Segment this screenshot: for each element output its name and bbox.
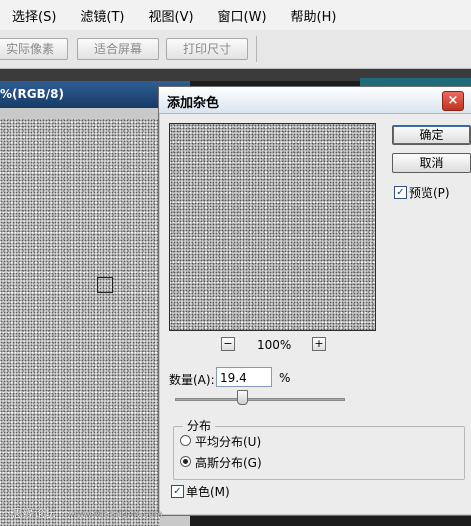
monochromatic-checkbox[interactable]: ✓ [171, 485, 184, 498]
amount-slider-track[interactable] [175, 398, 345, 401]
toolbar-separator [256, 36, 257, 62]
watermark-site-name: 思缘论坛 [12, 507, 56, 520]
zoom-out-button[interactable]: − [221, 337, 235, 351]
amount-input[interactable]: 19.4 [216, 367, 272, 387]
options-toolbar: 实际像素 适合屏幕 打印尺寸 [0, 30, 471, 69]
amount-unit: % [279, 371, 291, 385]
fit-screen-button[interactable]: 适合屏幕 [77, 38, 159, 60]
ok-button[interactable]: 确定 [392, 125, 471, 145]
watermark-url: www.MISSYUAN.com [69, 510, 163, 520]
document-title: %(RGB/8) [0, 87, 64, 101]
print-size-button[interactable]: 打印尺寸 [166, 38, 248, 60]
menu-help[interactable]: 帮助(H) [279, 6, 349, 25]
menu-window[interactable]: 窗口(W) [206, 6, 279, 25]
marquee-marker [97, 277, 113, 293]
add-noise-dialog: 添加杂色 × 确定 取消 ✓ 预览(P) − 100% + 数量(A): 19.… [158, 86, 471, 516]
cancel-button[interactable]: 取消 [392, 153, 471, 173]
document-canvas[interactable] [0, 119, 160, 526]
zoom-level: 100% [257, 338, 292, 352]
menu-select[interactable]: 选择(S) [0, 6, 68, 25]
gaussian-radio[interactable] [180, 456, 191, 467]
filter-preview[interactable] [169, 123, 376, 331]
menu-filter[interactable]: 滤镜(T) [68, 6, 136, 25]
menu-view[interactable]: 视图(V) [137, 6, 206, 25]
dialog-titlebar[interactable]: 添加杂色 × [159, 87, 471, 114]
actual-pixels-button[interactable]: 实际像素 [0, 38, 68, 60]
preview-checkbox[interactable]: ✓ [394, 186, 407, 199]
close-icon[interactable]: × [442, 91, 464, 111]
amount-slider-thumb[interactable] [237, 390, 248, 405]
gaussian-label: 高斯分布(G) [195, 456, 262, 470]
preview-label: 预览(P) [409, 186, 450, 200]
menu-bar: 选择(S) 滤镜(T) 视图(V) 窗口(W) 帮助(H) [0, 0, 471, 31]
dialog-title: 添加杂色 [167, 96, 220, 111]
distribution-group-title: 分布 [183, 417, 216, 434]
amount-label: 数量(A): [169, 373, 215, 387]
watermark: 思缘论坛 www.MISSYUAN.com [12, 505, 163, 521]
zoom-in-button[interactable]: + [312, 337, 326, 351]
uniform-label: 平均分布(U) [195, 435, 262, 449]
monochromatic-label: 单色(M) [186, 485, 230, 499]
uniform-radio[interactable] [180, 435, 191, 446]
